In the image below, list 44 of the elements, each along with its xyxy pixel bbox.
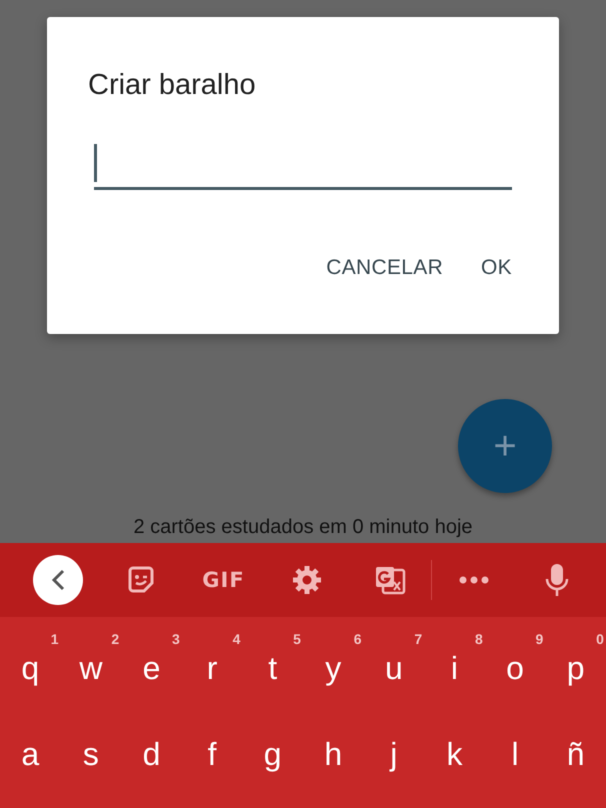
study-summary: 2 cartões estudados em 0 minuto hoje (133, 516, 473, 539)
key[interactable]: d (121, 711, 182, 797)
settings-icon[interactable] (292, 565, 322, 595)
key[interactable]: p 0 (545, 625, 606, 711)
key[interactable]: s (60, 711, 122, 797)
key[interactable]: j (364, 711, 424, 797)
gif-button[interactable]: GIF (202, 568, 245, 592)
chevron-left-icon (50, 569, 64, 591)
key-hint: 9 (536, 631, 544, 647)
key-hint: 8 (474, 631, 483, 647)
key[interactable]: w 2 (60, 625, 122, 711)
key[interactable]: e 3 (121, 625, 182, 711)
dialog-button[interactable]: CANCELAR (326, 252, 444, 284)
key[interactable]: ñ (545, 711, 606, 797)
key-hint: 5 (293, 631, 301, 647)
key-hint: 6 (354, 631, 362, 647)
text-cursor (94, 144, 97, 182)
key[interactable]: r 4 (182, 625, 242, 711)
back-button[interactable] (32, 555, 82, 605)
dialog-title: Criar baralho (88, 69, 257, 102)
key-hint: 3 (172, 631, 180, 647)
add-button[interactable]: + (458, 399, 552, 493)
key[interactable]: u 7 (364, 625, 424, 711)
key-hint: 7 (414, 631, 422, 647)
key[interactable]: q 1 (0, 625, 61, 711)
key[interactable]: o 9 (484, 625, 546, 711)
key[interactable]: h (302, 711, 364, 797)
microphone-icon[interactable] (544, 563, 568, 597)
translate-icon[interactable] (374, 565, 406, 595)
key-hint: 0 (596, 631, 604, 647)
key[interactable]: a (0, 711, 61, 797)
key[interactable]: t 5 (242, 625, 303, 711)
key[interactable]: y 6 (302, 625, 364, 711)
key-hint: 1 (50, 631, 59, 647)
key[interactable]: i 8 (424, 625, 485, 711)
key[interactable]: g (242, 711, 303, 797)
key[interactable]: f (182, 711, 242, 797)
key-hint: 2 (111, 631, 120, 647)
more-icon[interactable] (458, 576, 488, 584)
key[interactable]: l (484, 711, 546, 797)
key[interactable]: k (424, 711, 485, 797)
dialog-button[interactable]: OK (481, 252, 512, 284)
key-hint: 4 (232, 631, 240, 647)
sticker-icon[interactable] (126, 565, 156, 595)
